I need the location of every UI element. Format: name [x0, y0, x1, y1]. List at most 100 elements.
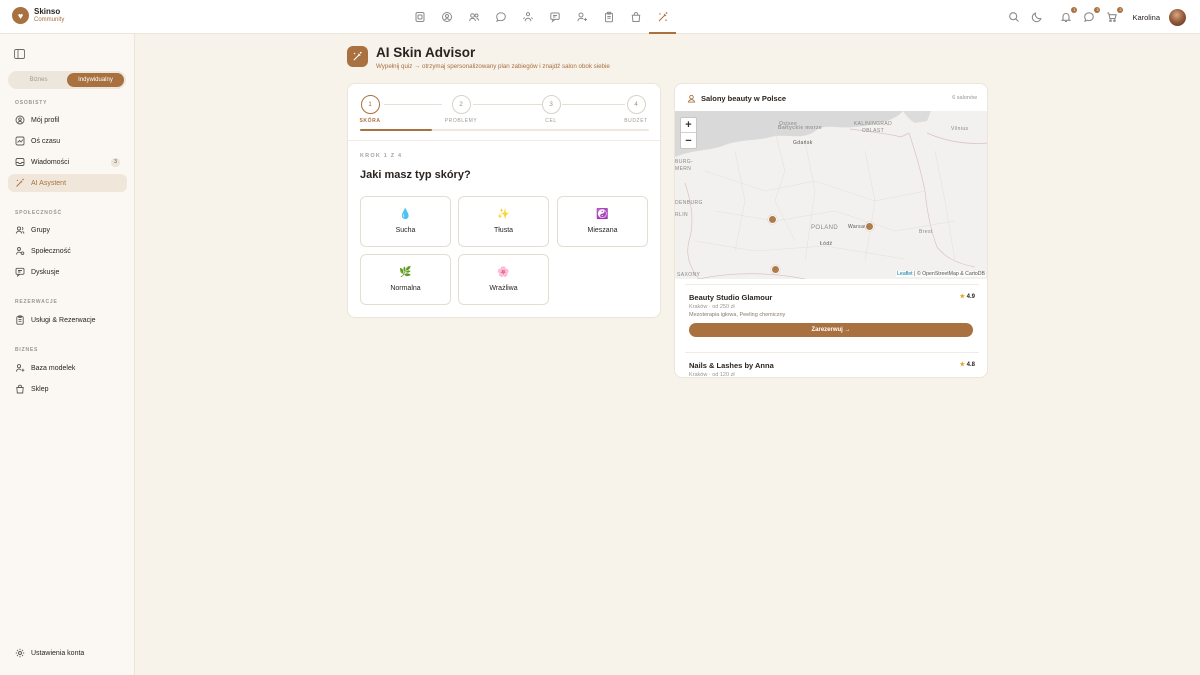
sidebar-item-label: Wiadomości: [31, 158, 70, 166]
nav-clipboard-icon[interactable]: [595, 0, 622, 34]
models-icon: [15, 364, 25, 372]
top-bar: ♥ Skinso Community 1 3 2 Karolina: [0, 0, 1200, 34]
mode-business-button[interactable]: Biznes: [10, 73, 67, 87]
step-connector: [384, 104, 442, 105]
nav-profile-icon[interactable]: [433, 0, 460, 34]
leaflet-link[interactable]: Leaflet: [897, 271, 913, 277]
sidebar-toggle-icon[interactable]: [14, 46, 25, 59]
step-label: BUDŻET: [624, 118, 648, 124]
inbox-icon: [15, 158, 25, 166]
dark-mode-moon-icon[interactable]: [1030, 10, 1044, 24]
map-label: DENBURG: [675, 200, 703, 206]
sidebar-item-community[interactable]: Społeczność: [8, 242, 127, 260]
quiz-progress-fill: [360, 129, 433, 131]
zoom-out-button[interactable]: −: [681, 133, 696, 148]
nav-models-icon[interactable]: [568, 0, 595, 34]
top-nav: [406, 0, 676, 34]
user-name[interactable]: Karolina: [1132, 13, 1160, 22]
yin-yang-icon: ☯️: [596, 209, 609, 220]
messages-count-badge: 3: [111, 157, 120, 167]
option-oily-skin[interactable]: ✨ Tłusta: [458, 196, 549, 247]
cart-icon[interactable]: 2: [1105, 7, 1124, 24]
brand[interactable]: ♥ Skinso Community: [12, 7, 64, 24]
avatar[interactable]: [1169, 8, 1186, 26]
nav-shop-icon[interactable]: [622, 0, 649, 34]
nav-chat-icon[interactable]: [487, 0, 514, 34]
map-attribution: Leaflet | © OpenStreetMap & CartoDB: [896, 271, 986, 277]
sidebar-item-services[interactable]: Usługi & Rezerwacje: [8, 311, 127, 329]
step-budget[interactable]: 4 BUDŻET: [616, 95, 656, 124]
step-problems[interactable]: 2 PROBLEMY: [441, 95, 481, 124]
page-header: AI Skin Advisor Wypełnij quiz → otrzymaj…: [347, 46, 610, 70]
zoom-in-button[interactable]: +: [681, 118, 696, 133]
sidebar-item-label: AI Asystent: [31, 179, 67, 187]
salon-map-marker[interactable]: [865, 222, 874, 231]
nav-users-icon[interactable]: [460, 0, 487, 34]
step-goal[interactable]: 3 CEL: [531, 95, 571, 124]
section-label-reservations: REZERWACJE: [15, 299, 58, 305]
star-icon: ★: [959, 294, 965, 300]
map-card-header: Salony beauty w Polsce 6 salonów: [687, 92, 977, 104]
page-subtitle: Wypełnij quiz → otrzymaj spersonalizowan…: [376, 63, 610, 70]
notifications-bell-icon[interactable]: 1: [1059, 7, 1078, 24]
sidebar-item-messages[interactable]: Wiadomości 3: [8, 153, 127, 171]
cart-badge: 2: [1117, 7, 1124, 13]
clipboard-icon: [16, 315, 24, 325]
option-normal-skin[interactable]: 🌿 Normalna: [360, 254, 451, 305]
mode-individual-button[interactable]: Indywidualny: [67, 73, 124, 87]
salon-map-marker[interactable]: [768, 215, 777, 224]
brand-logo-icon: ♥: [12, 7, 29, 24]
quiz-question: Jaki masz typ skóry?: [360, 169, 471, 181]
salon-tags: Mezoterapia igłowa, Peeling chemiczny: [689, 312, 786, 318]
step-number: 2: [451, 95, 471, 114]
sidebar-item-label: Oś czasu: [31, 137, 61, 145]
sidebar-item-discussions[interactable]: Dyskusje: [8, 263, 127, 281]
step-skin[interactable]: 1 SKÓRA: [350, 95, 390, 124]
sidebar-item-groups[interactable]: Grupy: [8, 221, 127, 239]
salon-map-marker[interactable]: [771, 265, 780, 274]
divider: [685, 284, 979, 285]
account-mode-switch: Biznes Indywidualny: [8, 71, 126, 89]
salon-name: Nails & Lashes by Anna: [689, 361, 774, 370]
messages-icon[interactable]: 3: [1082, 7, 1101, 24]
nav-dashboard-icon[interactable]: [406, 0, 433, 34]
search-icon[interactable]: [1007, 10, 1021, 24]
section-label-community: SPOŁECZNOŚĆ: [15, 210, 62, 216]
sidebar-item-profile[interactable]: Mój profil: [8, 111, 127, 129]
sidebar-item-ai-assistant[interactable]: AI Asystent: [8, 174, 127, 192]
quiz-card: 1 SKÓRA 2 PROBLEMY 3 CEL 4 BUDŻET KROK 1…: [347, 83, 661, 318]
map-label: SAXONY: [677, 272, 701, 278]
nav-discussion-icon[interactable]: [541, 0, 568, 34]
quiz-progress-bar: [360, 129, 649, 131]
nav-community-icon[interactable]: [514, 0, 541, 34]
sidebar-item-models[interactable]: Baza modelek: [8, 359, 127, 377]
step-number: 1: [360, 95, 380, 114]
salon-rating: ★ 4.8: [960, 361, 975, 368]
salon-list-item[interactable]: Beauty Studio Glamour Kraków · od 250 zł…: [689, 293, 975, 337]
book-salon-button[interactable]: Zarezerwuj →: [689, 323, 973, 337]
attribution-text: | © OpenStreetMap & CartoDB: [914, 271, 985, 277]
option-combination-skin[interactable]: ☯️ Mieszana: [557, 196, 648, 247]
option-sensitive-skin[interactable]: 🌸 Wrażliwa: [458, 254, 549, 305]
salon-rating: ★ 4.9: [960, 293, 975, 300]
sidebar-item-label: Grupy: [31, 226, 51, 234]
notifications-badge: 1: [1071, 7, 1078, 13]
map-label: Vilnius: [951, 126, 969, 132]
timeline-icon: [15, 136, 25, 146]
salon-name: Beauty Studio Glamour: [689, 293, 773, 302]
map-label: Brest: [919, 229, 933, 235]
option-dry-skin[interactable]: 💧 Sucha: [360, 196, 451, 247]
groups-icon: [15, 226, 25, 234]
salon-list-item[interactable]: Nails & Lashes by Anna Kraków · od 120 z…: [689, 361, 975, 377]
map-zoom-controls: + −: [680, 117, 697, 149]
nav-ai-wand-icon[interactable]: [649, 0, 676, 34]
divider: [348, 140, 660, 141]
map-label: BURG-MERN: [675, 159, 694, 172]
salon-map[interactable]: + − Ostsee Bałtyckie morze KALININGRAD O…: [675, 111, 987, 279]
sidebar-item-settings[interactable]: Ustawienia konta: [8, 644, 127, 662]
sidebar-item-shop[interactable]: Sklep: [8, 380, 127, 398]
sidebar-item-timeline[interactable]: Oś czasu: [8, 132, 127, 150]
salons-map-card: Salony beauty w Polsce 6 salonów + − Ost…: [674, 83, 988, 378]
option-label: Normalna: [390, 285, 421, 292]
option-label: Mieszana: [587, 227, 618, 234]
